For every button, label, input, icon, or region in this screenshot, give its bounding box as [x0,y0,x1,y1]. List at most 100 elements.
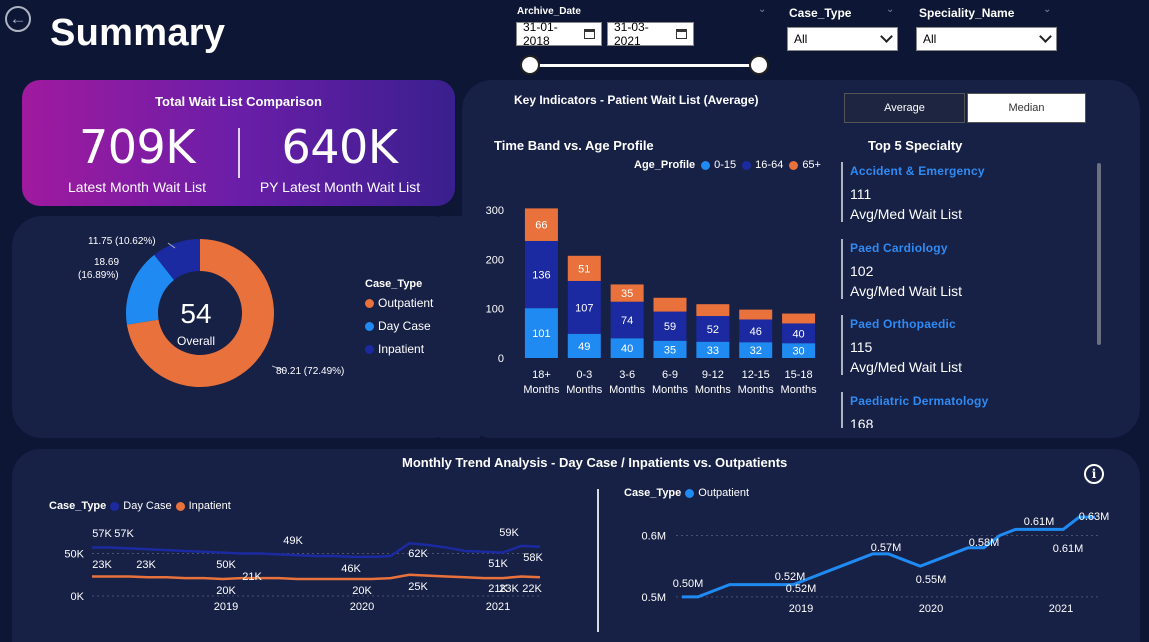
x-tick-label: Months [566,384,603,396]
legend-outpatient[interactable]: Outpatient [365,296,433,310]
bar-legend-0-15[interactable]: 0-15 [701,159,736,171]
top5-item[interactable]: Paed Orthopaedic 115 Avg/Med Wait List [839,315,1089,391]
latest-wait-label: Latest Month Wait List [68,179,206,195]
legend-dot [789,160,799,170]
bar-data-label: 101 [532,328,550,340]
top5-item[interactable]: Accident & Emergency 111 Avg/Med Wait Li… [839,162,1089,238]
bar-data-label: 52 [707,324,719,336]
bar-legend: Age_Profile 0-15 16-64 65+ [634,159,821,171]
x-tick-label: Months [609,384,646,396]
legend-label: Day Case [378,319,431,333]
bar-data-label: 107 [575,302,593,314]
y-tick-label: 0.6M [642,531,666,543]
bar-segment[interactable] [782,313,816,324]
legend-inpatient[interactable]: Inpatient [365,342,424,356]
chevron-down-icon[interactable]: ⌄ [1043,4,1051,15]
stacked-bar-chart: 0 100 200 300 101 136 66 18+ Months 49 107 51 0-3 Mon… [486,205,817,396]
legend-outpatient[interactable]: Outpatient [685,487,749,499]
date-slider-track[interactable] [530,64,760,67]
back-arrow-icon[interactable]: ← [5,6,31,32]
trend-data-label: 20K [216,585,236,597]
legend-dot [701,160,711,170]
info-icon[interactable]: i [1084,464,1104,484]
bar-segment[interactable] [653,297,687,312]
trend-data-label: 0.61M [1053,543,1084,555]
calendar-icon[interactable] [584,29,595,39]
legend-label: 0-15 [714,159,737,171]
trend-data-label: 0.55M [916,574,947,586]
bar-segment[interactable] [696,304,730,317]
chevron-down-icon[interactable]: ⌄ [886,4,894,15]
trend-line-inpatient[interactable] [92,573,541,581]
page-title: Summary [50,12,226,54]
bar-legend-title: Age_Profile [634,159,696,171]
trend-line-outpatient[interactable] [682,515,1095,599]
trend-data-label: 23K [92,559,112,571]
trend-data-label: 58K [523,552,543,564]
top5-item-value: 111 [850,186,872,202]
donut-legend-title: Case_Type [365,278,423,290]
kpi-card: Total Wait List Comparison 709K Latest M… [22,80,455,206]
trend-line-day-case[interactable] [92,542,541,559]
legend-inpatient[interactable]: Inpatient [175,500,231,512]
trend-data-label: 57K [114,528,134,540]
legend-daycase[interactable]: Day Case [110,500,172,512]
latest-wait-value: 709K [79,120,195,174]
date-to-input[interactable]: 31-03-2021 [607,20,694,48]
date-slider-end-handle[interactable] [749,55,769,75]
date-from-input[interactable]: 31-01-2018 [516,20,602,48]
top5-scrollbar[interactable] [1097,163,1101,345]
x-tick-label: 18+ [532,369,551,381]
bar-data-label: 74 [621,315,633,327]
x-tick-label: 6-9 [662,369,678,381]
trend-left-chart: 0K 50K 2019 2020 2021 57K 57K 23K 23K 50K 49K 21K 20… [64,527,543,613]
case-type-label: Case_Type [789,6,852,20]
legend-dot [685,488,695,498]
top5-item-sub: Avg/Med Wait List [850,206,963,222]
py-wait-value: 640K [281,120,398,174]
trend-data-label: 21K [242,571,262,583]
speciality-dropdown[interactable]: All [916,27,1057,51]
x-tick-label: 9-12 [702,369,724,381]
case-type-dropdown[interactable]: All [787,27,898,51]
kpi-title: Total Wait List Comparison [155,94,322,109]
trend-data-label: 49K [283,535,303,547]
y-tick-label: 50K [64,549,84,561]
y-tick-label: 0K [71,591,85,603]
chevron-down-icon[interactable]: ⌄ [758,4,766,15]
legend-daycase[interactable]: Day Case [365,319,431,333]
top5-item-name: Accident & Emergency [850,164,985,178]
py-wait-label: PY Latest Month Wait List [259,179,421,195]
legend-label: Day Case [123,500,172,512]
kpi-divider [238,128,240,178]
toggle-average-button[interactable]: Average [844,93,965,123]
donut-label-daycase-1: 18.69 [94,257,119,268]
y-tick-label: 0.5M [642,592,666,604]
top5-item-name: Paediatric Dermatology [850,394,989,408]
bar-legend-65plus[interactable]: 65+ [789,159,821,171]
top5-item[interactable]: Paed Cardiology 102 Avg/Med Wait List [839,239,1089,315]
trend-divider [597,489,599,632]
trend-data-label: 23K [136,559,156,571]
bar-segment[interactable] [739,309,773,320]
bar-data-label: 35 [621,288,633,300]
legend-dot [175,501,185,511]
top5-item[interactable]: Paediatric Dermatology 168 [839,392,1089,428]
legend-dot [365,344,374,354]
donut-chart: 54 Overall 11.75 (10.62%) 18.69 (16.89%)… [78,236,344,387]
legend-dot [365,298,374,308]
trend-data-label: 50K [216,559,236,571]
bar-legend-16-64[interactable]: 16-64 [742,159,783,171]
speciality-value: All [923,32,937,46]
legend-label: Outpatient [698,487,750,499]
trend-data-label: 59K [499,527,519,539]
bar-data-label: 33 [707,345,719,357]
toggle-median-button[interactable]: Median [967,93,1086,123]
x-tick-label: 15-18 [785,369,813,381]
date-slider-start-handle[interactable] [520,55,540,75]
trend-data-label: 0.52M [775,571,806,583]
bar-data-label: 46 [750,326,762,338]
donut-label-outpatient: 80.21 (72.49%) [276,366,344,377]
bar-data-label: 136 [532,270,550,282]
calendar-icon[interactable] [675,29,687,39]
